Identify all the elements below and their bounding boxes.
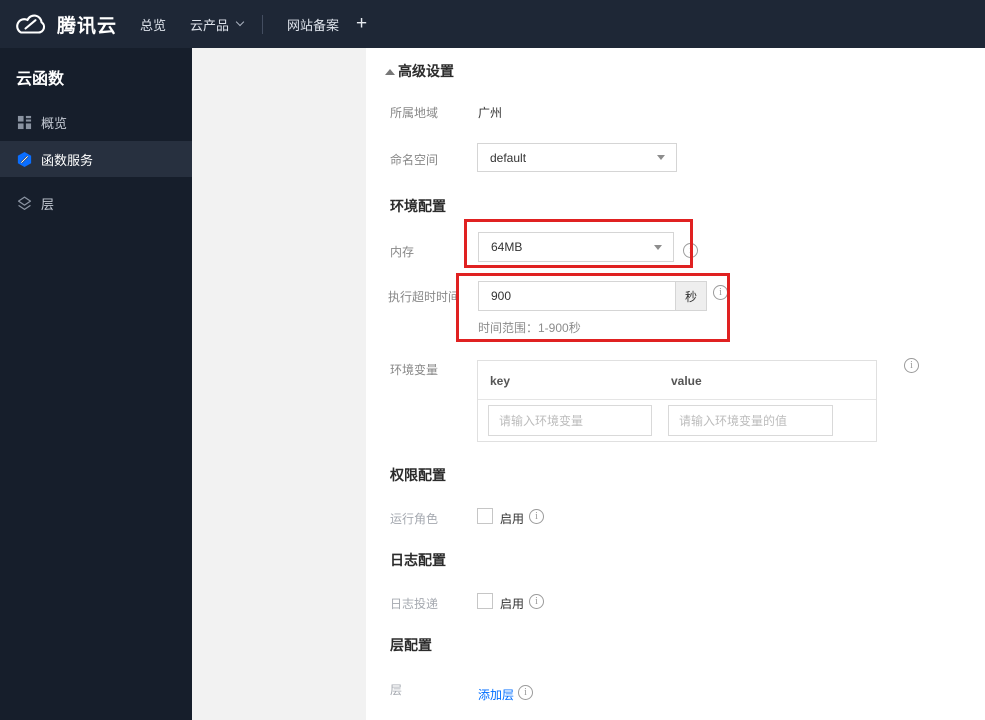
- envvar-info-icon[interactable]: [904, 358, 919, 373]
- chevron-down-icon: [235, 17, 245, 27]
- memory-label: 内存: [390, 245, 415, 259]
- envvar-label: 环境变量: [390, 363, 439, 377]
- brand-logo[interactable]: 腾讯云: [14, 0, 117, 48]
- timeout-info-icon[interactable]: [713, 285, 728, 300]
- plus-icon: +: [356, 13, 368, 34]
- advanced-settings-toggle[interactable]: 高级设置: [398, 61, 454, 81]
- nav-icp-label: 网站备案: [287, 17, 340, 33]
- nav-divider: [262, 15, 263, 34]
- memory-selected-value: 64MB: [491, 240, 523, 254]
- nav-item-icp[interactable]: 网站备案: [287, 0, 339, 48]
- layers-icon: [16, 195, 33, 212]
- cloud-logo-icon: [14, 12, 48, 37]
- nav-overview-label: 总览: [140, 17, 167, 33]
- caret-down-icon: [657, 155, 665, 160]
- grid-icon: [16, 114, 33, 131]
- tencent-cloud-console: 腾讯云 总览 云产品 网站备案 + 云函数 概览 函数服务 层 高级设置 所属地…: [0, 0, 985, 720]
- namespace-selected-value: default: [490, 150, 527, 165]
- nav-item-overview[interactable]: 总览: [140, 0, 166, 48]
- timeout-field-group: 秒: [478, 281, 707, 311]
- run-role-enable-label: 启用: [500, 512, 525, 526]
- log-delivery-enable-checkbox[interactable]: [477, 593, 493, 609]
- section-env-config: 环境配置: [390, 198, 446, 214]
- namespace-select[interactable]: default: [477, 143, 677, 172]
- run-role-label: 运行角色: [390, 512, 439, 526]
- timeout-label: 执行超时时间: [388, 290, 461, 304]
- envvar-key-input[interactable]: [488, 405, 652, 436]
- log-delivery-label: 日志投递: [390, 597, 439, 611]
- section-layer-config: 层配置: [390, 637, 432, 653]
- run-role-info-icon[interactable]: [529, 509, 544, 524]
- sidebar-overview-label: 概览: [41, 115, 68, 131]
- namespace-label: 命名空间: [390, 153, 439, 167]
- memory-info-icon[interactable]: [683, 243, 698, 258]
- sidebar-layer-label: 层: [41, 196, 55, 212]
- top-navbar: 腾讯云 总览 云产品 网站备案 +: [0, 0, 985, 48]
- layer-label: 层: [390, 683, 403, 697]
- scf-hexagon-icon: [16, 151, 33, 168]
- envvar-value-input[interactable]: [668, 405, 833, 436]
- table-divider: [478, 399, 876, 400]
- envvar-col-key-header: key: [490, 374, 511, 388]
- timeout-unit-suffix: 秒: [676, 281, 707, 311]
- brand-name: 腾讯云: [57, 15, 118, 37]
- sidebar-item-overview[interactable]: 概览: [0, 104, 192, 140]
- sidebar-item-layer[interactable]: 层: [0, 185, 192, 221]
- secondary-panel: [192, 48, 366, 720]
- sidebar-item-function-service[interactable]: 函数服务: [0, 141, 192, 177]
- timeout-hint: 时间范围：1-900秒: [478, 321, 581, 335]
- log-delivery-enable-label: 启用: [500, 597, 525, 611]
- log-delivery-info-icon[interactable]: [529, 594, 544, 609]
- region-label: 所属地域: [390, 106, 439, 120]
- nav-add-tab-button[interactable]: +: [356, 0, 367, 48]
- envvar-col-value-header: value: [671, 374, 702, 388]
- section-log-config: 日志配置: [390, 552, 446, 568]
- add-layer-info-icon[interactable]: [518, 685, 533, 700]
- run-role-enable-checkbox[interactable]: [477, 508, 493, 524]
- add-layer-link[interactable]: 添加层: [478, 686, 514, 703]
- sidebar-product-title: 云函数: [16, 71, 65, 88]
- section-permission-config: 权限配置: [390, 467, 446, 483]
- caret-down-icon: [654, 244, 662, 250]
- timeout-input[interactable]: [478, 281, 676, 311]
- memory-select[interactable]: 64MB: [478, 232, 674, 262]
- nav-products-label: 云产品: [190, 17, 230, 33]
- main-content: 高级设置 所属地域 广州 命名空间 default 环境配置 内存 64MB 执…: [366, 48, 985, 720]
- collapse-triangle-icon: [385, 69, 395, 75]
- envvar-table: key value: [477, 360, 877, 442]
- nav-item-products[interactable]: 云产品: [190, 0, 245, 48]
- sidebar: 云函数 概览 函数服务 层: [0, 48, 192, 720]
- sidebar-function-service-label: 函数服务: [41, 152, 94, 168]
- region-value: 广州: [478, 106, 503, 120]
